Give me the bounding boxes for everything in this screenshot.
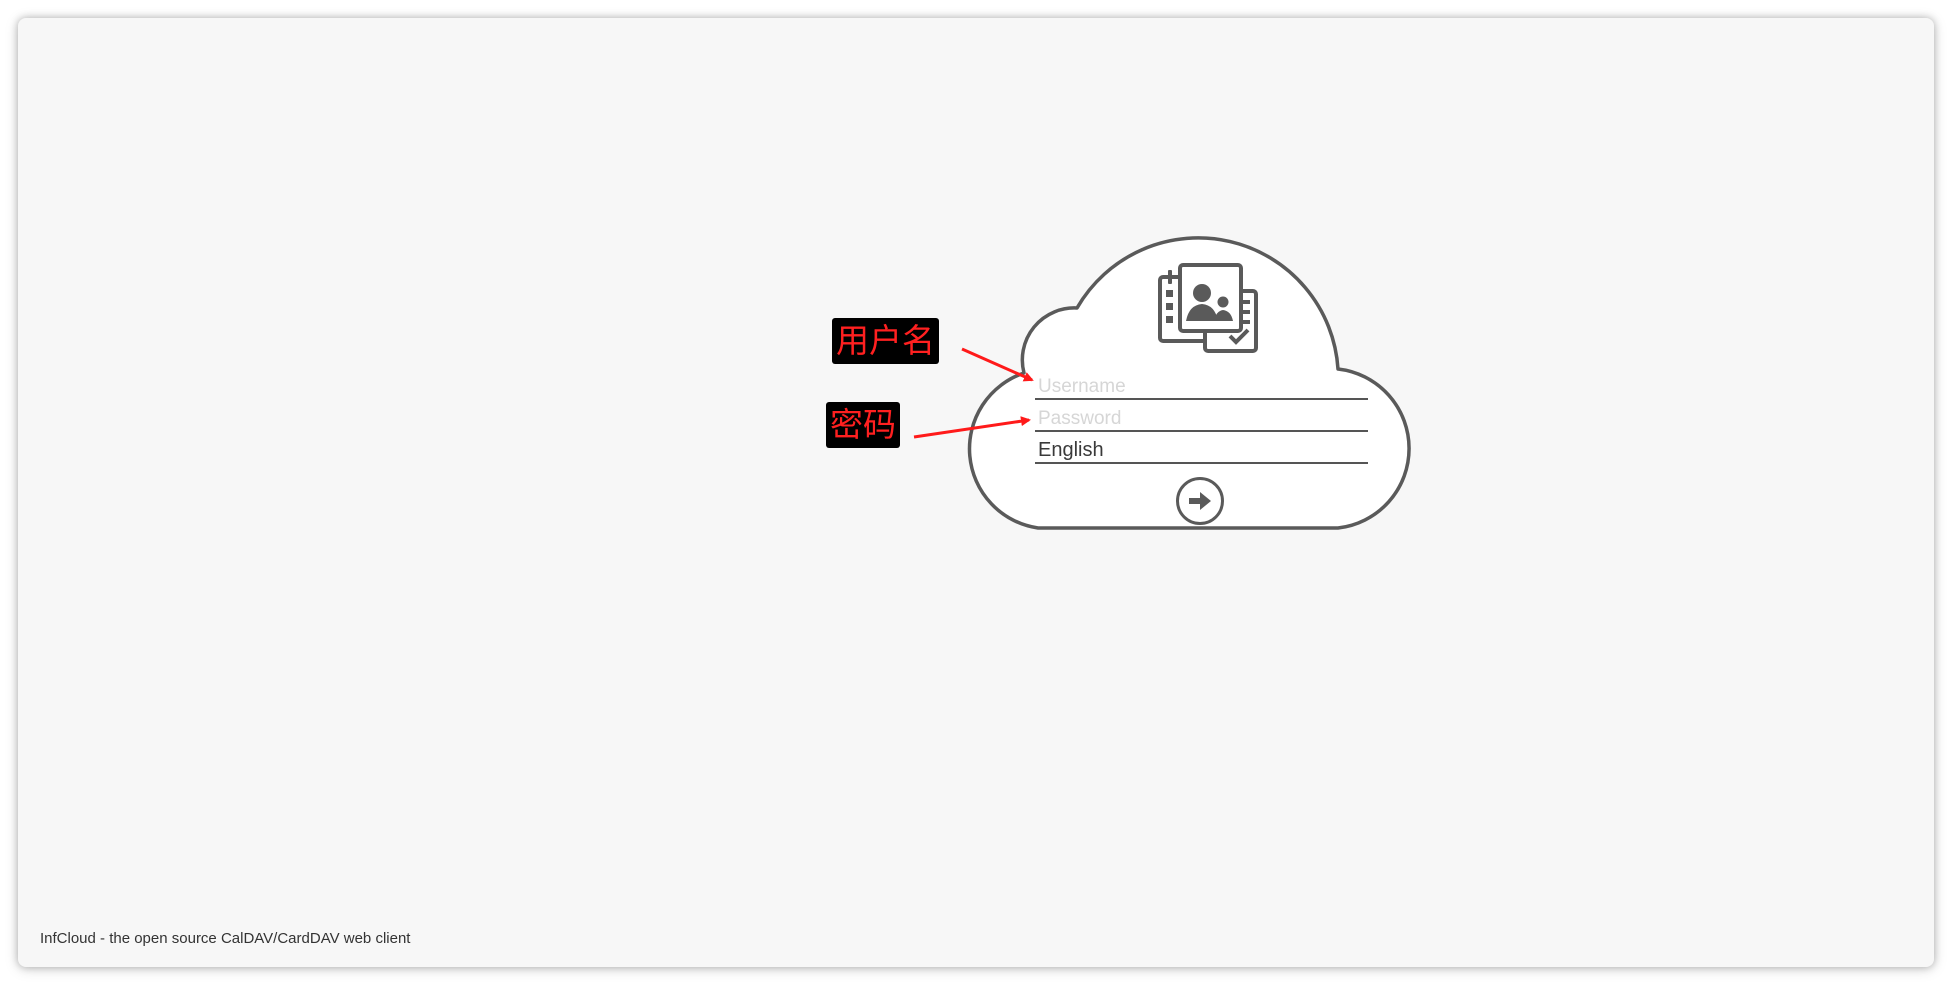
arrow-right-icon (1189, 492, 1211, 510)
language-select[interactable]: English (1035, 438, 1368, 464)
app-window: English 用户名 密码 InfCloud - the open sourc… (18, 18, 1934, 967)
username-input[interactable] (1035, 376, 1368, 400)
password-annotation-label: 密码 (826, 402, 900, 448)
footer-text: InfCloud - the open source CalDAV/CardDA… (40, 930, 411, 947)
username-annotation-label: 用户名 (832, 318, 939, 364)
login-submit-button[interactable] (1176, 477, 1224, 525)
cloud-graphic (913, 236, 1411, 530)
password-input[interactable] (1035, 408, 1368, 432)
calendar-contacts-icon (1158, 263, 1258, 353)
